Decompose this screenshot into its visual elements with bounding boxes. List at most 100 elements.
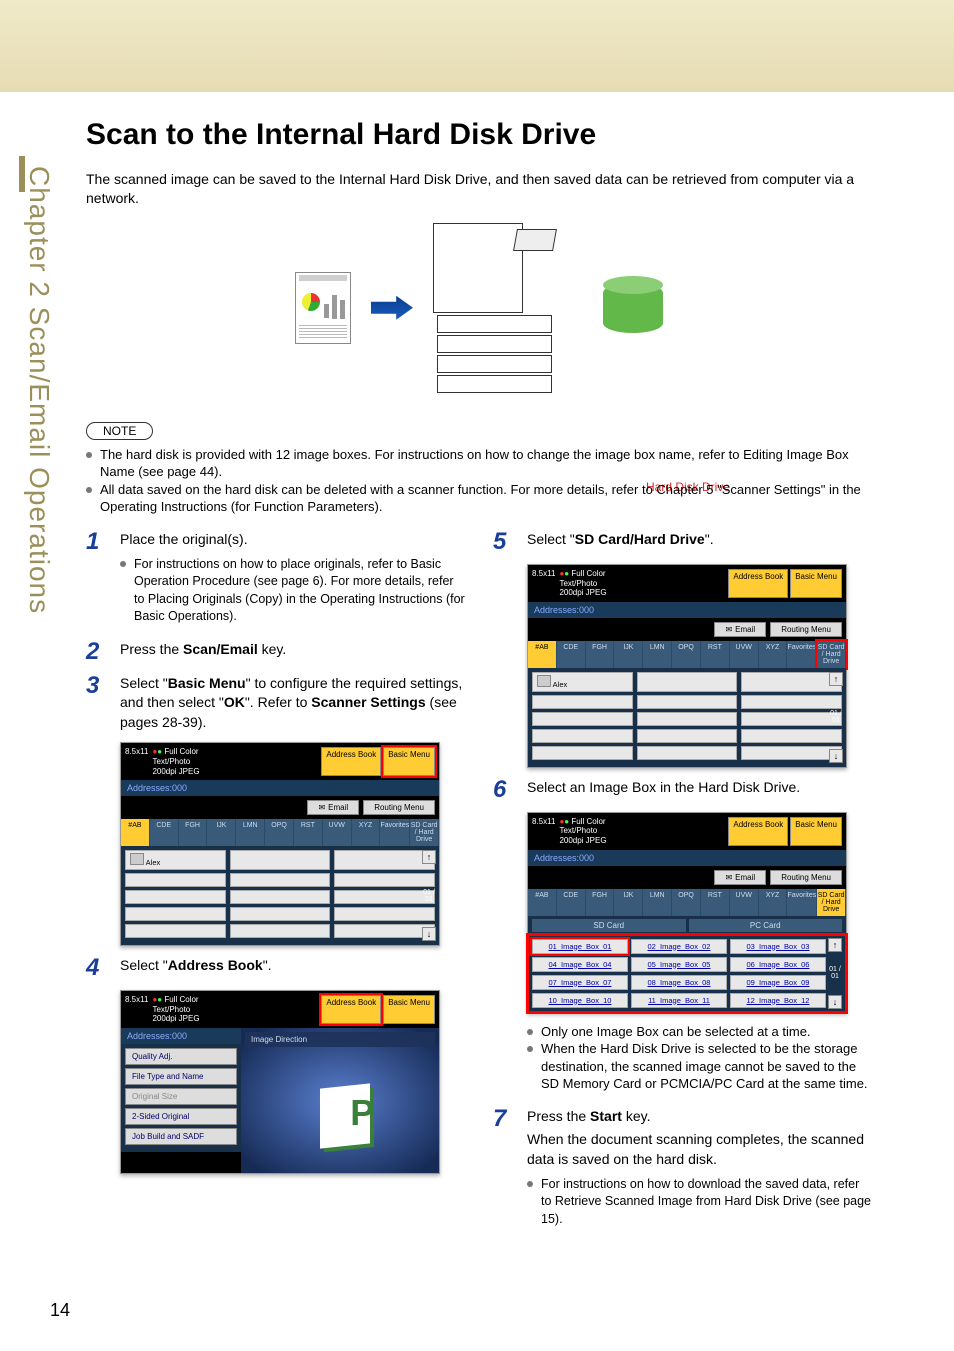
tab-cde[interactable]: CDE [557,889,586,916]
list-item[interactable] [532,729,633,743]
list-item[interactable] [741,712,842,726]
routing-menu-button[interactable]: Routing Menu [770,870,842,885]
list-item[interactable] [334,850,435,870]
list-item[interactable]: Alex [532,672,633,692]
tab-rst[interactable]: RST [701,641,730,668]
list-item[interactable] [637,729,738,743]
tab-opq[interactable]: OPQ [672,641,701,668]
list-item[interactable] [125,890,226,904]
image-box[interactable]: 10_Image_Box_10 [532,993,628,1008]
scroll-down-button[interactable]: ↓ [422,927,436,941]
basic-menu-button[interactable]: Basic Menu [790,817,842,846]
list-item[interactable] [334,890,435,904]
image-box[interactable]: 09_Image_Box_09 [730,975,826,990]
list-item[interactable] [741,672,842,692]
list-item[interactable] [741,695,842,709]
tab-xyz[interactable]: XYZ [352,819,381,846]
scroll-down-button[interactable]: ↓ [829,749,843,763]
pc-card-header[interactable]: PC Card [689,919,843,932]
basic-menu-button[interactable]: Basic Menu [383,995,435,1024]
list-item[interactable] [532,712,633,726]
image-box[interactable]: 02_Image_Box_02 [631,939,727,954]
image-box[interactable]: 05_Image_Box_05 [631,957,727,972]
list-item[interactable] [741,729,842,743]
tab-ijk[interactable]: IJK [207,819,236,846]
tab-fgh[interactable]: FGH [179,819,208,846]
scroll-up-button[interactable]: ↑ [829,672,843,686]
tab-ab[interactable]: #AB [528,641,557,668]
tab-fgh[interactable]: FGH [586,889,615,916]
tab-ijk[interactable]: IJK [614,889,643,916]
list-item[interactable] [334,873,435,887]
tab-ijk[interactable]: IJK [614,641,643,668]
list-item[interactable] [637,712,738,726]
tab-sdcard-hdd[interactable]: SD Card / Hard Drive [817,889,846,916]
address-book-button[interactable]: Address Book [321,747,381,776]
email-button[interactable]: ✉Email [714,622,766,637]
list-item[interactable] [741,746,842,760]
tab-uvw[interactable]: UVW [730,641,759,668]
image-box[interactable]: 11_Image_Box_11 [631,993,727,1008]
list-item[interactable] [230,850,331,870]
basic-menu-button[interactable]: Basic Menu [383,747,435,776]
list-item[interactable] [334,907,435,921]
email-button[interactable]: ✉Email [714,870,766,885]
tab-uvw[interactable]: UVW [323,819,352,846]
tab-lmn[interactable]: LMN [643,641,672,668]
menu-original-size[interactable]: Original Size [125,1088,237,1105]
tab-lmn[interactable]: LMN [643,889,672,916]
list-item[interactable] [125,907,226,921]
tab-uvw[interactable]: UVW [730,889,759,916]
menu-job-build[interactable]: Job Build and SADF [125,1128,237,1145]
email-button[interactable]: ✉Email [307,800,359,815]
image-box[interactable]: 04_Image_Box_04 [532,957,628,972]
tab-favorites[interactable]: Favorites [380,819,410,846]
address-book-button[interactable]: Address Book [728,817,788,846]
tab-xyz[interactable]: XYZ [759,641,788,668]
tab-rst[interactable]: RST [294,819,323,846]
list-item[interactable] [532,746,633,760]
menu-2sided[interactable]: 2-Sided Original [125,1108,237,1125]
tab-fgh[interactable]: FGH [586,641,615,668]
list-item[interactable] [125,924,226,938]
basic-menu-button[interactable]: Basic Menu [790,569,842,598]
sd-card-header[interactable]: SD Card [532,919,686,932]
tab-favorites[interactable]: Favorites [787,889,817,916]
scroll-up-button[interactable]: ↑ [422,850,436,864]
image-box[interactable]: 07_Image_Box_07 [532,975,628,990]
tab-xyz[interactable]: XYZ [759,889,788,916]
image-box[interactable]: 01_Image_Box_01 [532,939,628,954]
tab-opq[interactable]: OPQ [265,819,294,846]
tab-ab[interactable]: #AB [528,889,557,916]
list-item[interactable] [230,890,331,904]
image-box[interactable]: 12_Image_Box_12 [730,993,826,1008]
list-item[interactable] [532,695,633,709]
list-item[interactable]: Alex [125,850,226,870]
tab-favorites[interactable]: Favorites [787,641,817,668]
list-item[interactable] [230,924,331,938]
tab-cde[interactable]: CDE [557,641,586,668]
image-box[interactable]: 08_Image_Box_08 [631,975,727,990]
scroll-up-button[interactable]: ↑ [828,938,842,952]
scroll-down-button[interactable]: ↓ [828,995,842,1009]
tab-rst[interactable]: RST [701,889,730,916]
tab-ab[interactable]: #AB [121,819,150,846]
address-book-button[interactable]: Address Book [321,995,381,1024]
routing-menu-button[interactable]: Routing Menu [363,800,435,815]
tab-cde[interactable]: CDE [150,819,179,846]
menu-file-type[interactable]: File Type and Name [125,1068,237,1085]
list-item[interactable] [334,924,435,938]
list-item[interactable] [125,873,226,887]
address-book-button[interactable]: Address Book [728,569,788,598]
image-box[interactable]: 03_Image_Box_03 [730,939,826,954]
menu-quality[interactable]: Quality Adj. [125,1048,237,1065]
list-item[interactable] [230,907,331,921]
tab-lmn[interactable]: LMN [236,819,265,846]
list-item[interactable] [637,672,738,692]
tab-opq[interactable]: OPQ [672,889,701,916]
tab-sdcard-hdd[interactable]: SD Card / Hard Drive [817,641,846,668]
list-item[interactable] [637,695,738,709]
image-box[interactable]: 06_Image_Box_06 [730,957,826,972]
routing-menu-button[interactable]: Routing Menu [770,622,842,637]
tab-sdcard-hdd[interactable]: SD Card / Hard Drive [410,819,439,846]
